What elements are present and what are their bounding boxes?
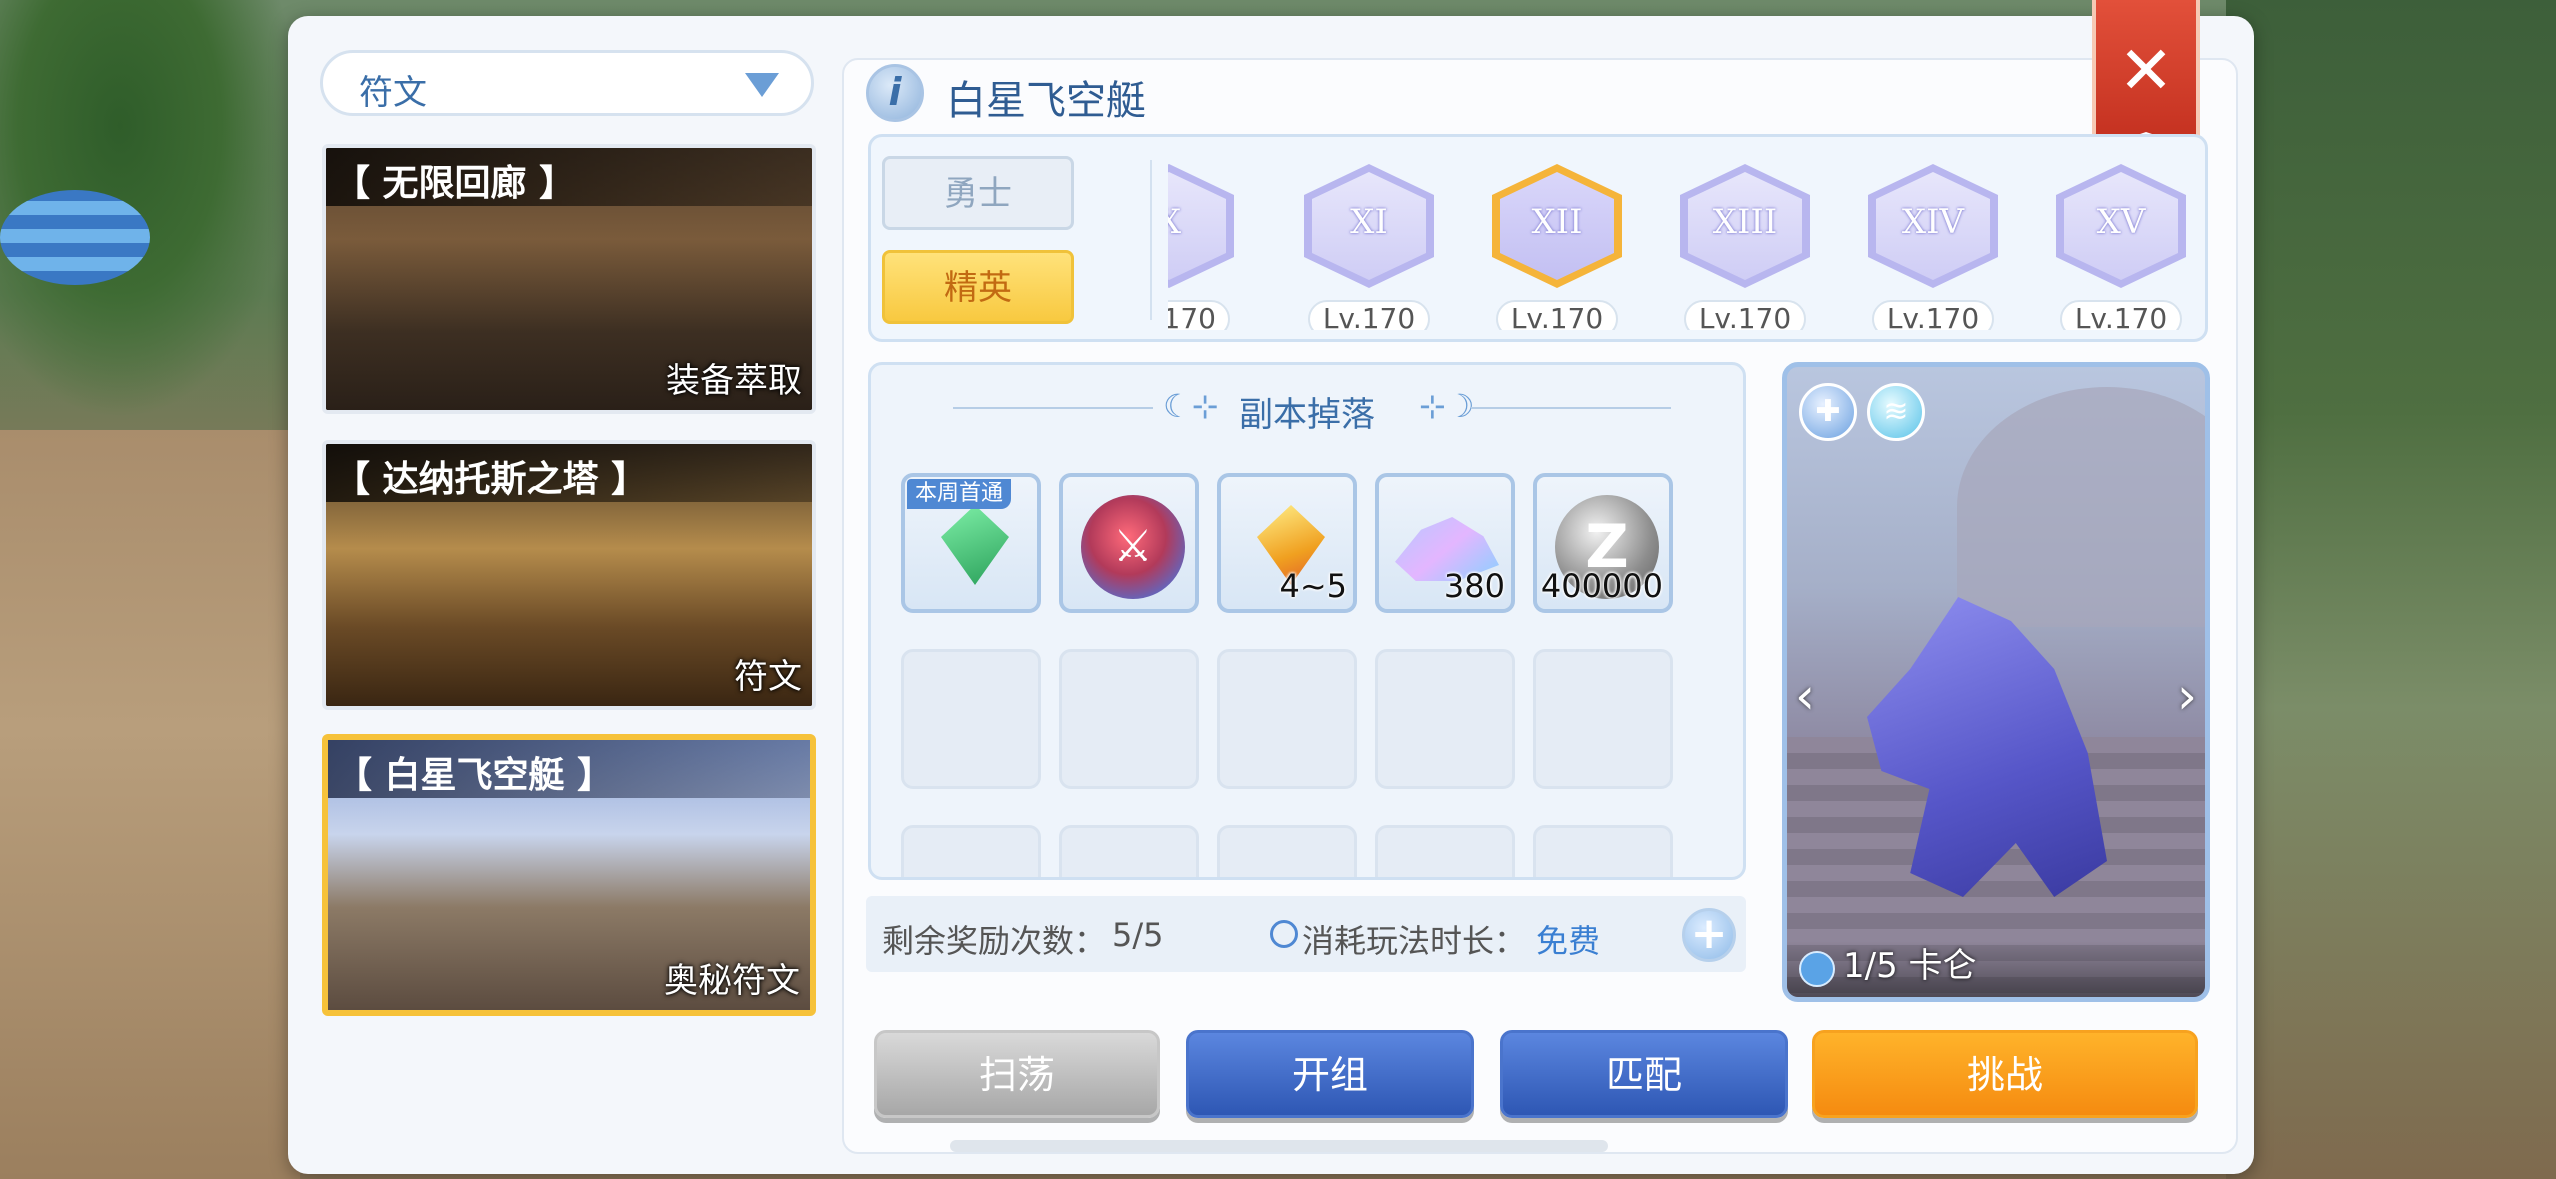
strip-divider (1150, 160, 1152, 320)
drop-item-slot[interactable]: 4~5 (1217, 473, 1357, 613)
item-quantity: 400000 (1540, 567, 1663, 605)
drop-item-slot[interactable]: 380 (1375, 473, 1515, 613)
dungeon-reward-tag: 奥秘符文 (664, 961, 800, 1001)
match-button[interactable]: 匹配 (1500, 1030, 1788, 1118)
drop-empty-slot (1217, 649, 1357, 789)
hexagon-level-icon: XI (1304, 164, 1434, 288)
level-requirement: Lv.170 (1872, 300, 1994, 330)
chevron-right-icon[interactable]: › (2177, 667, 2197, 725)
boss-count-value: 1/5 (1843, 946, 1898, 986)
dungeon-name: 【 达纳托斯之塔 】 (334, 459, 648, 500)
level-selector[interactable]: X .170 XI Lv.170 XII Lv.170 XIII Lv.170 … (1168, 150, 2204, 330)
level-option[interactable]: XI Lv.170 (1304, 164, 1434, 330)
chevron-left-icon[interactable]: ‹ (1795, 667, 1815, 725)
boss-count-icon (1799, 951, 1835, 987)
crescent-ornament-icon: ⊹☽ (1419, 387, 1475, 425)
dungeon-card-infinite-corridor[interactable]: 【 无限回廊 】 装备萃取 (322, 144, 816, 414)
close-icon: ✕ (2118, 32, 2174, 109)
playtime-cost-label: 消耗玩法时长： (1302, 922, 1527, 960)
boss-count: 1/5 卡仑 (1843, 938, 1977, 987)
drop-empty-slot (1533, 649, 1673, 789)
level-requirement: Lv.170 (1684, 300, 1806, 330)
shield-cross-icon[interactable]: ✚ (1799, 383, 1857, 441)
boss-background-dome (1957, 387, 2205, 627)
level-numeral: XII (1531, 202, 1583, 242)
level-numeral: X (1168, 202, 1182, 242)
chevron-down-icon (745, 73, 779, 97)
horizontal-scrollbar[interactable] (950, 1140, 1608, 1152)
difficulty-elite-button[interactable]: 精英 (882, 250, 1074, 324)
drop-item-slot[interactable]: ⚔ (1059, 473, 1199, 613)
hexagon-level-icon: XIV (1868, 164, 1998, 288)
level-numeral: XI (1350, 202, 1388, 242)
level-option[interactable]: X .170 (1168, 164, 1234, 330)
dungeon-name: 【 白星飞空艇 】 (336, 755, 614, 796)
item-quantity: 4~5 (1279, 567, 1347, 605)
drop-empty-slot (1375, 649, 1515, 789)
challenge-button[interactable]: 挑战 (1812, 1030, 2198, 1118)
dungeon-drops-panel[interactable]: ☾⊹ 副本掉落 ⊹☽ 本周首通 ⚔ 4~5 380 Z 400000 (868, 362, 1746, 880)
level-numeral: XIV (1901, 202, 1965, 242)
reward-status-bar: 剩余奖励次数： 5/5 消耗玩法时长： 免费 + (866, 896, 1746, 972)
level-option[interactable]: XIII Lv.170 (1680, 164, 1810, 330)
level-requirement: Lv.170 (2060, 300, 2182, 330)
level-option[interactable]: XV Lv.170 (2056, 164, 2186, 330)
level-requirement: Lv.170 (1308, 300, 1430, 330)
dungeon-title: 白星飞空艇 (946, 78, 1146, 124)
drop-empty-slot (901, 825, 1041, 877)
drop-empty-slot (901, 649, 1041, 789)
dungeon-card-white-star-airship[interactable]: 【 白星飞空艇 】 奥秘符文 (322, 734, 816, 1016)
info-icon[interactable]: i (866, 64, 924, 122)
background-foliage (2226, 0, 2556, 1179)
form-team-button[interactable]: 开组 (1186, 1030, 1474, 1118)
drop-item-slot[interactable]: 本周首通 (901, 473, 1041, 613)
difficulty-normal-button[interactable]: 勇士 (882, 156, 1074, 230)
level-option-selected[interactable]: XII Lv.170 (1492, 164, 1622, 330)
first-clear-badge: 本周首通 (907, 479, 1012, 509)
hexagon-level-icon: XV (2056, 164, 2186, 288)
rune-sword-icon: ⚔ (1081, 495, 1185, 599)
hexagon-level-icon: XII (1492, 164, 1622, 288)
drop-empty-slot (1217, 825, 1357, 877)
level-numeral: XV (2096, 202, 2146, 242)
level-option[interactable]: XIV Lv.170 (1868, 164, 1998, 330)
drops-header: ☾⊹ 副本掉落 ⊹☽ (871, 365, 1743, 449)
remaining-rewards-label: 剩余奖励次数： (882, 922, 1107, 960)
drop-empty-slot (1059, 649, 1199, 789)
drop-empty-slot (1533, 825, 1673, 877)
header-divider (1471, 407, 1671, 409)
wind-element-icon[interactable]: ≋ (1867, 383, 1925, 441)
clock-icon (1270, 920, 1298, 948)
sweep-button[interactable]: 扫荡 (874, 1030, 1160, 1118)
item-quantity: 380 (1443, 567, 1505, 605)
drop-item-slot[interactable]: Z 400000 (1533, 473, 1673, 613)
dungeon-reward-tag: 符文 (734, 657, 802, 697)
dungeon-name: 【 无限回廊 】 (334, 163, 576, 204)
category-dropdown[interactable]: 符文 (320, 50, 814, 116)
boss-preview: ✚ ≋ ‹ › 1/5 卡仑 (1782, 362, 2210, 1002)
dungeon-card-thanatos-tower[interactable]: 【 达纳托斯之塔 】 符文 (322, 440, 816, 710)
level-requirement: Lv.170 (1496, 300, 1618, 330)
drop-empty-slot (1375, 825, 1515, 877)
close-button[interactable]: ✕ (2092, 0, 2200, 150)
hexagon-level-icon: X (1168, 164, 1234, 288)
green-crystal-icon (941, 505, 1009, 585)
remaining-rewards-value: 5/5 (1112, 916, 1164, 954)
background-egg-decoration (0, 190, 150, 285)
category-dropdown-label: 符文 (359, 73, 427, 113)
add-playtime-button[interactable]: + (1682, 908, 1736, 962)
playtime-cost-value: 免费 (1536, 922, 1601, 960)
dungeon-reward-tag: 装备萃取 (666, 361, 802, 401)
level-numeral: XIII (1712, 202, 1778, 242)
hexagon-level-icon: XIII (1680, 164, 1810, 288)
level-requirement: .170 (1168, 300, 1230, 330)
boss-name: 卡仑 (1908, 946, 1977, 986)
drop-empty-slot (1059, 825, 1199, 877)
drops-title: 副本掉落 (1239, 395, 1375, 435)
background-ground (0, 430, 300, 1179)
